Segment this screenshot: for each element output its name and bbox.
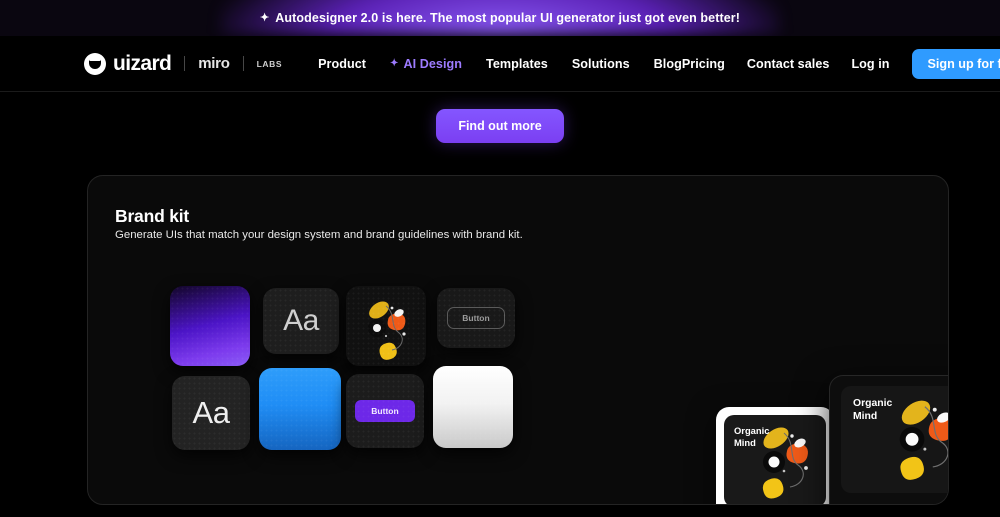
sparkle-icon: ✦ [390, 58, 399, 69]
cta-row: Find out more [0, 92, 1000, 143]
color-swatch-blue-fill [259, 368, 341, 450]
mockup-dark-signin: Organic Mind Sign in email.email@mail.co… [829, 375, 948, 504]
mockup-light-hero-card: Organic Mind [724, 415, 826, 504]
nav-item-blog[interactable]: Blog [654, 57, 682, 71]
nav-item-login[interactable]: Log in [851, 57, 889, 71]
announcement-banner[interactable]: ✦ Autodesigner 2.0 is here. The most pop… [0, 0, 1000, 36]
mockup-dark-hero-card: Organic Mind [841, 386, 948, 493]
brand-kit-card: Brand kit Generate UIs that match your d… [87, 175, 949, 505]
announcement-text: Autodesigner 2.0 is here. The most popul… [275, 11, 741, 25]
signup-button[interactable]: Sign up for free [911, 48, 1000, 79]
solid-button-sample[interactable]: Button [355, 400, 415, 422]
typography-swatch-aa-dark-fill: Aa [263, 288, 339, 354]
typography-swatch-aa-bright[interactable]: Aa [170, 372, 256, 458]
uizard-wordmark: uizard [113, 51, 172, 75]
sparkle-icon: ✦ [259, 11, 270, 24]
nav-item-ai-design[interactable]: ✦ AI Design [390, 57, 462, 71]
brand-kit-swatch-grid: Aa Button Aa Button [170, 286, 517, 458]
nav-item-product[interactable]: Product [318, 57, 366, 71]
find-out-more-button[interactable]: Find out more [436, 109, 564, 143]
miro-wordmark: miro [198, 55, 230, 72]
uizard-smiley-icon [84, 52, 106, 75]
color-swatch-purple[interactable] [170, 286, 256, 372]
brand-lockup[interactable]: uizard miro LABS [84, 52, 282, 76]
primary-nav: Product ✦ AI Design Templates Solutions … [318, 57, 682, 71]
brand-divider [184, 56, 186, 71]
nav-item-ai-design-label: AI Design [403, 56, 463, 71]
nav-item-pricing[interactable]: Pricing [682, 57, 725, 71]
mockup-light-hero-title: Organic Mind [734, 425, 770, 448]
color-swatch-purple-fill [170, 286, 250, 366]
brand-kit-title: Brand kit [115, 206, 190, 226]
button-swatch-violet[interactable]: Button [344, 372, 430, 458]
site-header: uizard miro LABS Product ✦ AI Design Tem… [0, 36, 1000, 92]
typography-sample-label: Aa [283, 304, 319, 337]
color-swatch-blue[interactable] [257, 368, 343, 458]
button-swatch-outline-fill: Button [437, 288, 515, 348]
color-swatch-white-fill [433, 366, 513, 448]
uizard-logo[interactable]: uizard [84, 51, 172, 76]
ghost-button-sample[interactable]: Button [447, 307, 505, 329]
color-swatch-white[interactable] [431, 366, 517, 458]
typography-sample-label: Aa [192, 395, 230, 430]
labs-tag: LABS [256, 58, 283, 69]
brand-kit-subtitle: Generate UIs that match your design syst… [115, 229, 523, 241]
nav-item-contact-sales[interactable]: Contact sales [747, 57, 830, 71]
organic-shapes-icon [368, 301, 406, 360]
nav-item-templates[interactable]: Templates [486, 57, 548, 71]
typography-swatch-aa-dark[interactable]: Aa [257, 286, 343, 372]
mockup-dark-hero-title: Organic Mind [853, 398, 893, 422]
illustration-swatch-fill [346, 286, 426, 366]
button-swatch-outline[interactable]: Button [431, 286, 517, 372]
mockup-light-signin: Organic Mind Sign in email.email@mail.co… [716, 407, 834, 504]
announcement-text-wrap: ✦ Autodesigner 2.0 is here. The most pop… [260, 11, 740, 25]
nav-item-solutions[interactable]: Solutions [572, 57, 630, 71]
page-root: ✦ Autodesigner 2.0 is here. The most pop… [0, 0, 1000, 517]
secondary-nav: Pricing Contact sales Log in Sign up for… [682, 48, 1000, 79]
typography-swatch-aa-bright-fill: Aa [172, 376, 250, 450]
labs-divider [242, 56, 244, 71]
illustration-swatch[interactable] [344, 286, 430, 372]
button-swatch-violet-fill: Button [346, 374, 424, 448]
